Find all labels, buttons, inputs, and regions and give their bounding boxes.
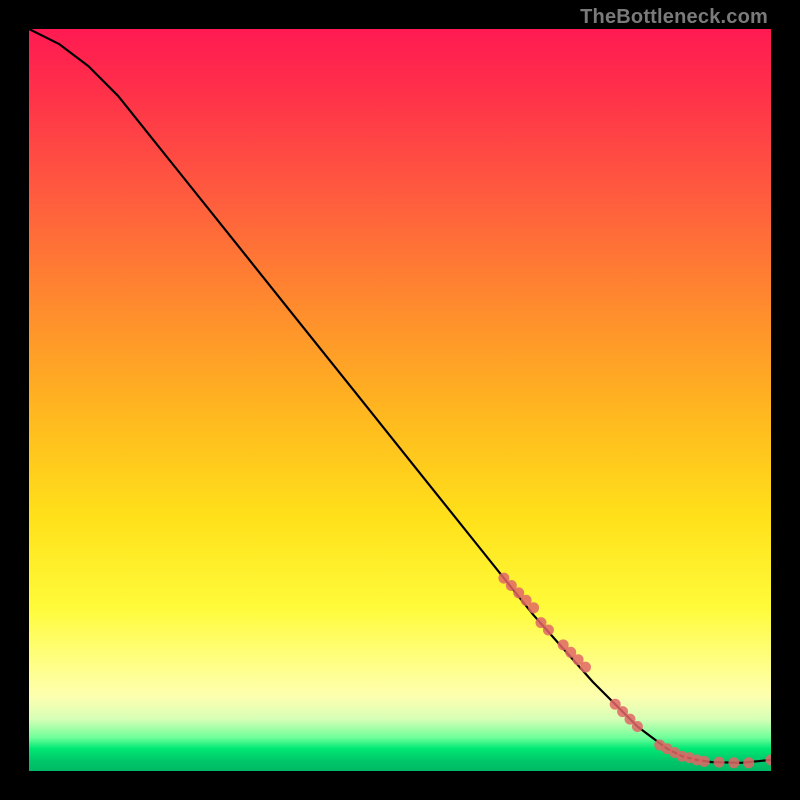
scatter-point [662, 743, 673, 754]
scatter-point [728, 757, 739, 768]
scatter-point [691, 754, 702, 765]
plot-area [29, 29, 771, 771]
scatter-point [573, 654, 584, 665]
scatter-point [543, 625, 554, 636]
scatter-point [617, 706, 628, 717]
scatter-point [625, 714, 636, 725]
scatter-point [498, 573, 509, 584]
scatter-point [558, 639, 569, 650]
scatter-point [766, 754, 772, 765]
scatter-point [521, 595, 532, 606]
scatter-point [684, 752, 695, 763]
main-curve [29, 29, 771, 763]
scatter-point [513, 587, 524, 598]
scatter-point [536, 617, 547, 628]
scatter-point [669, 747, 680, 758]
scatter-point [699, 756, 710, 767]
scatter-point [743, 757, 754, 768]
scatter-point [654, 740, 665, 751]
scatter-point [677, 751, 688, 762]
scatter-point [506, 580, 517, 591]
watermark-text: TheBottleneck.com [580, 6, 768, 29]
scatter-point [714, 757, 725, 768]
scatter-point [580, 662, 591, 673]
chart-overlay [29, 29, 771, 771]
scatter-point [632, 721, 643, 732]
scatter-point [528, 602, 539, 613]
scatter-point [565, 647, 576, 658]
chart-frame: TheBottleneck.com [0, 0, 800, 800]
scatter-points [498, 573, 771, 769]
scatter-point [610, 699, 621, 710]
